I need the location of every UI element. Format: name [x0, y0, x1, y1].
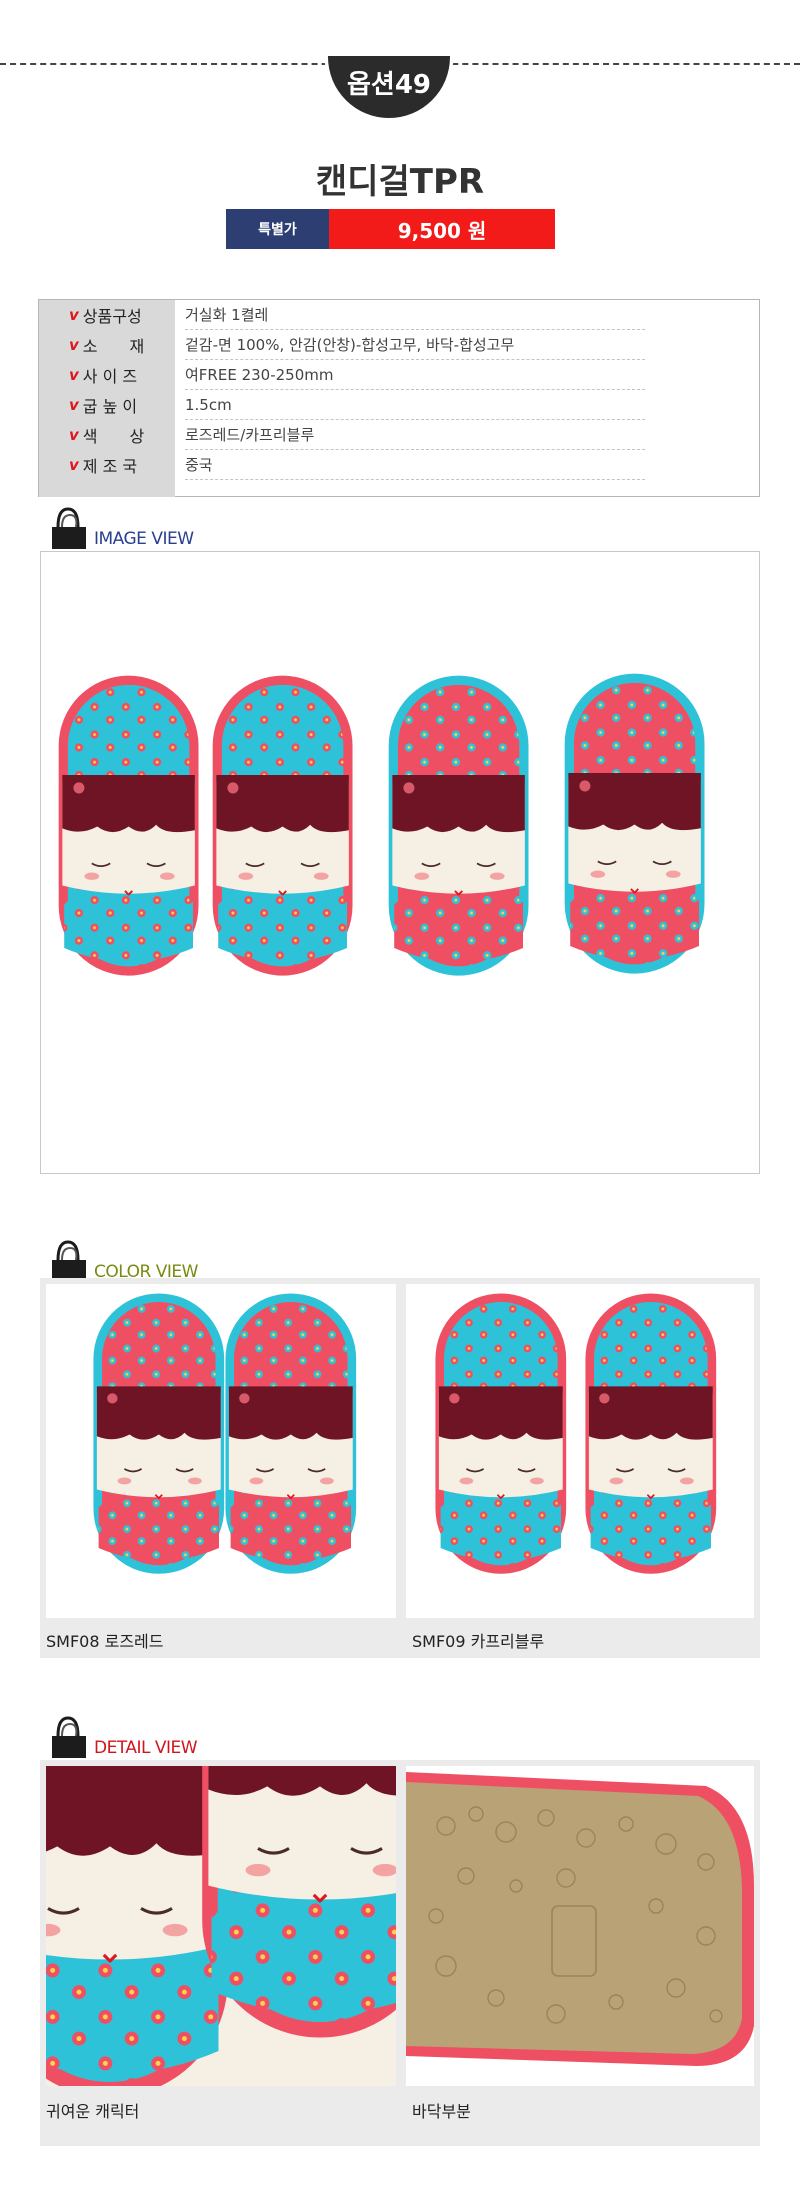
spec-row: v 상품구성 거실화 1켤레	[39, 300, 759, 330]
slipper-rose-pair	[434, 1292, 718, 1575]
detail-view-header: DETAIL VIEW	[48, 1712, 198, 1762]
spec-label: 사 이 즈	[82, 367, 138, 386]
spec-value: 1.5cm	[185, 390, 645, 420]
image-view-photo	[40, 551, 760, 1174]
image-view-header: IMAGE VIEW	[48, 503, 194, 553]
color-caption: SMF09 카프리블루	[412, 1632, 545, 1651]
binder-clip-icon	[50, 507, 88, 551]
character-closeup	[46, 1766, 396, 2086]
spec-row: v사 이 즈 여FREE 230-250mm	[39, 360, 759, 390]
check-icon: v	[69, 306, 79, 324]
binder-clip-icon	[50, 1716, 88, 1760]
detail-caption: 귀여운 캐릭터	[46, 2102, 140, 2121]
option-badge: 옵션49	[320, 48, 458, 118]
check-icon: v	[69, 396, 79, 414]
spec-value: 중국	[185, 450, 645, 480]
slippers-image	[57, 672, 706, 977]
price-label: 특별가	[226, 209, 329, 249]
spec-label: 색 상	[82, 427, 145, 446]
spec-label: 상품구성	[82, 307, 142, 326]
spec-row: v굽 높 이 1.5cm	[39, 390, 759, 420]
sole-closeup	[406, 1766, 754, 2086]
check-icon: v	[69, 426, 79, 444]
spec-value: 여FREE 230-250mm	[185, 360, 645, 390]
section-title: IMAGE VIEW	[94, 529, 194, 549]
spec-table: v 상품구성 거실화 1켤레 v소 재 겉감-면 100%, 안감(안창)-합성고…	[38, 299, 760, 497]
check-icon: v	[69, 336, 79, 354]
spec-value: 거실화 1켤레	[185, 300, 645, 330]
color-caption: SMF08 로즈레드	[46, 1632, 164, 1651]
check-icon: v	[69, 456, 79, 474]
color-photo-rose	[46, 1284, 396, 1618]
detail-caption: 바닥부분	[412, 2102, 471, 2121]
spec-value: 로즈레드/카프리블루	[185, 420, 645, 450]
detail-photo-sole	[406, 1766, 754, 2086]
section-title: DETAIL VIEW	[94, 1738, 198, 1758]
detail-photo-character	[46, 1766, 396, 2086]
spec-row: v소 재 겉감-면 100%, 안감(안창)-합성고무, 바닥-합성고무	[39, 330, 759, 360]
color-photo-sky	[406, 1284, 754, 1618]
spec-row: v제 조 국 중국	[39, 450, 759, 480]
spec-label: 소 재	[82, 337, 145, 356]
spec-row: v색 상 로즈레드/카프리블루	[39, 420, 759, 450]
price-bar: 특별가 9,500 원	[226, 209, 555, 249]
spec-label: 제 조 국	[82, 457, 138, 476]
check-icon: v	[69, 366, 79, 384]
product-title: 캔디걸TPR	[315, 162, 485, 202]
slipper-sky-pair	[92, 1292, 358, 1575]
spec-value: 겉감-면 100%, 안감(안창)-합성고무, 바닥-합성고무	[185, 330, 645, 360]
price-value: 9,500 원	[329, 209, 555, 249]
spec-label: 굽 높 이	[82, 397, 138, 416]
